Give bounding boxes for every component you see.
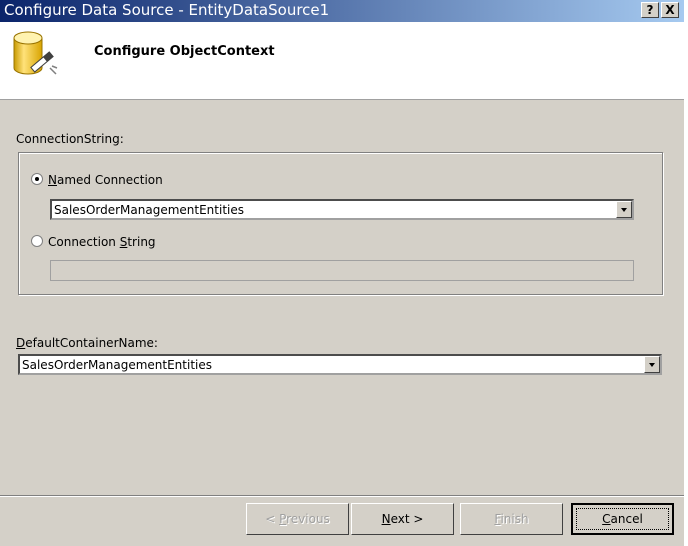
connection-string-label: ConnectionString:	[16, 132, 124, 146]
named-connection-dropdown[interactable]: SalesOrderManagementEntities	[50, 199, 634, 220]
default-container-dropdown[interactable]: SalesOrderManagementEntities	[18, 354, 662, 375]
named-connection-label[interactable]: Named Connection	[48, 173, 163, 187]
finish-button[interactable]: Finish	[460, 503, 563, 535]
cancel-button[interactable]: Cancel	[571, 503, 674, 535]
chevron-down-icon[interactable]	[644, 356, 660, 373]
chevron-down-icon[interactable]	[616, 201, 632, 218]
default-container-value: SalesOrderManagementEntities	[22, 358, 212, 372]
help-button[interactable]: ?	[641, 2, 659, 18]
next-button[interactable]: Next >	[351, 503, 454, 535]
footer-divider	[0, 495, 684, 497]
default-container-name-label: DefaultContainerName:	[16, 336, 158, 350]
page-title: Configure ObjectContext	[94, 44, 275, 59]
close-button[interactable]: X	[661, 2, 679, 18]
connection-string-input[interactable]	[50, 260, 634, 281]
connection-string-option-label[interactable]: Connection String	[48, 235, 156, 249]
previous-button[interactable]: < Previous	[246, 503, 349, 535]
title-bar[interactable]: Configure Data Source - EntityDataSource…	[0, 0, 684, 22]
named-connection-value: SalesOrderManagementEntities	[54, 203, 244, 217]
window-title: Configure Data Source - EntityDataSource…	[4, 1, 330, 19]
background-edge	[684, 0, 688, 546]
connection-string-radio[interactable]	[31, 235, 43, 247]
wizard-header: Configure ObjectContext	[0, 22, 684, 100]
configure-data-source-dialog: Configure Data Source - EntityDataSource…	[0, 0, 684, 546]
database-wand-icon	[13, 31, 58, 75]
named-connection-radio[interactable]	[31, 173, 43, 185]
